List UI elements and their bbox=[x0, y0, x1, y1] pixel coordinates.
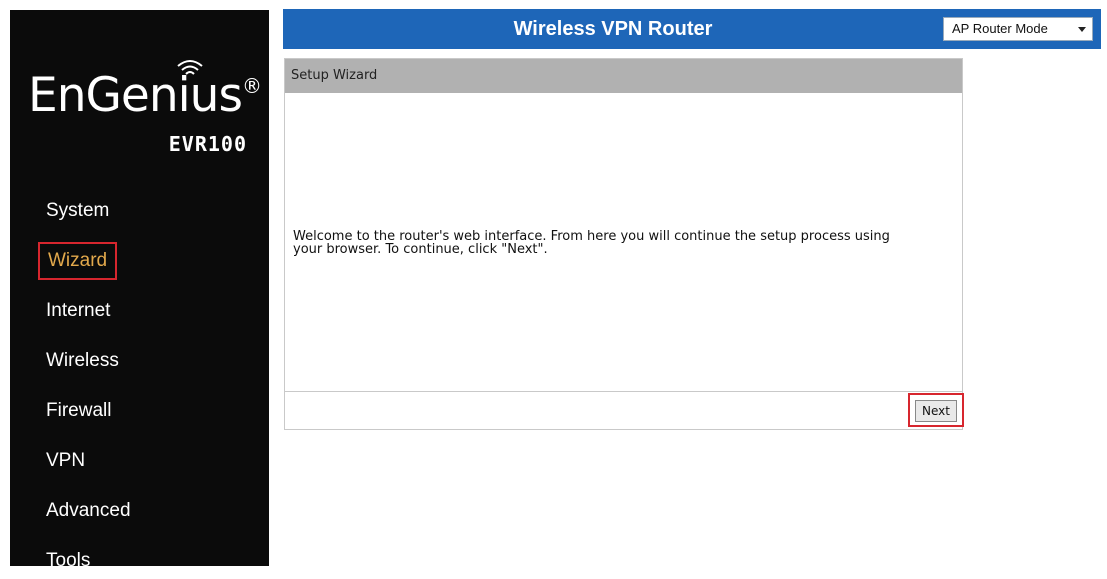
sidebar-item-system[interactable]: System bbox=[46, 193, 109, 229]
sidebar-item-wizard[interactable]: Wizard bbox=[38, 242, 118, 280]
header-bar: Wireless VPN Router AP Router Mode bbox=[283, 9, 1101, 49]
chevron-down-icon bbox=[1078, 27, 1086, 32]
sidebar-item-advanced[interactable]: Advanced bbox=[46, 493, 131, 529]
next-button[interactable]: Next bbox=[915, 400, 957, 422]
welcome-message: Welcome to the router's web interface. F… bbox=[293, 230, 957, 256]
sidebar: EnGenius® EVR100 System Wizard Internet … bbox=[10, 10, 269, 571]
sidebar-item-wireless[interactable]: Wireless bbox=[46, 343, 119, 379]
registered-mark: ® bbox=[241, 74, 262, 98]
panel-body: Welcome to the router's web interface. F… bbox=[285, 93, 962, 393]
setup-wizard-panel: Setup Wizard Welcome to the router's web… bbox=[284, 58, 964, 430]
engenius-logo: EnGenius® bbox=[28, 68, 262, 123]
welcome-line-2: your browser. To continue, click "Next". bbox=[293, 242, 548, 257]
sidebar-item-internet[interactable]: Internet bbox=[46, 293, 110, 329]
panel-footer: Next bbox=[285, 391, 964, 429]
mode-select-value: AP Router Mode bbox=[952, 21, 1048, 36]
mode-select[interactable]: AP Router Mode bbox=[943, 17, 1093, 41]
sidebar-item-vpn[interactable]: VPN bbox=[46, 443, 85, 479]
model-name: EVR100 bbox=[168, 132, 247, 156]
next-button-highlight: Next bbox=[908, 393, 964, 427]
sidebar-item-tools[interactable]: Tools bbox=[46, 543, 90, 579]
panel-title: Setup Wizard bbox=[285, 59, 962, 93]
page-title: Wireless VPN Router bbox=[513, 18, 713, 40]
sidebar-item-firewall[interactable]: Firewall bbox=[46, 393, 111, 429]
logo-text: EnGenius bbox=[28, 68, 243, 123]
